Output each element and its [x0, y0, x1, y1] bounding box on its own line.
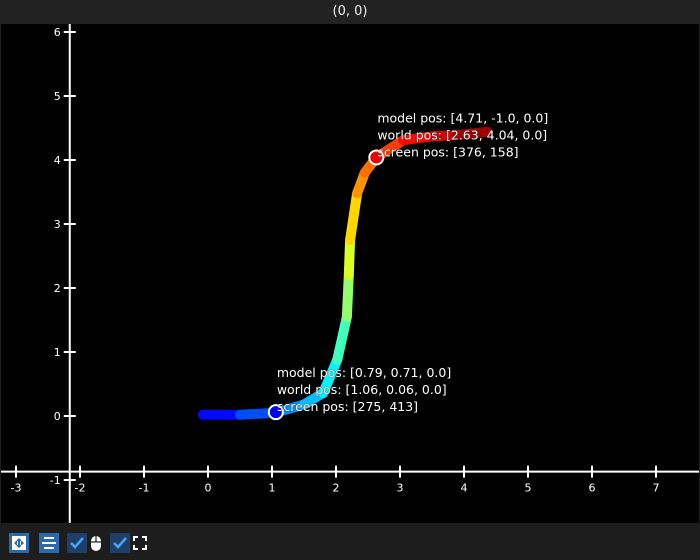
mouse-toggle-checkbox[interactable] [67, 533, 87, 553]
curve-segment [332, 311, 352, 365]
plot-area[interactable]: -3 -2 -1 0 1 2 3 4 5 6 7 -1 0 1 2 3 4 5 6 model pos: [0.79,… [1, 24, 699, 523]
fit-view-button[interactable] [9, 533, 29, 553]
marker-info-label: world pos: [2.63, 4.04, 0.0] [377, 127, 547, 142]
y-tick-label: 4 [54, 154, 61, 167]
x-tick-label: 3 [397, 482, 404, 495]
x-tick-label: 7 [653, 482, 660, 495]
x-tick-label: 2 [333, 482, 340, 495]
y-tick-label: 0 [54, 410, 61, 423]
curve-segment [345, 188, 363, 245]
marker-info-label: world pos: [1.06, 0.06, 0.0] [277, 382, 447, 397]
x-tick-label: -1 [139, 482, 150, 495]
marker-info-label: screen pos: [376, 158] [377, 144, 518, 159]
x-tick-label: -2 [75, 482, 86, 495]
curve-segment [343, 235, 356, 281]
toolbar [0, 524, 700, 560]
y-tick-label: 3 [54, 218, 61, 231]
x-tick-label: 6 [589, 482, 596, 495]
plot-canvas[interactable]: -3 -2 -1 0 1 2 3 4 5 6 7 -1 0 1 2 3 4 5 6 model pos: [0.79,… [1, 24, 699, 523]
window-title: (0, 0) [0, 0, 700, 24]
align-center-button[interactable] [39, 533, 59, 553]
y-tick-label: 2 [54, 282, 61, 295]
y-tick-label: -1 [50, 474, 61, 487]
marker-info-label: model pos: [4.71, -1.0, 0.0] [377, 110, 548, 125]
curve-segment [341, 270, 354, 322]
align-center-icon [42, 537, 56, 549]
checkbox-checked-icon [70, 537, 84, 549]
fit-view-icon [12, 536, 26, 550]
x-tick-label: 0 [205, 482, 212, 495]
marker-info-label: model pos: [0.79, 0.71, 0.0] [277, 365, 451, 380]
y-tick-label: 5 [54, 90, 61, 103]
mouse-icon [91, 536, 101, 551]
y-tick-label: 1 [54, 346, 61, 359]
x-tick-label: 4 [461, 482, 468, 495]
x-tick-label: 1 [269, 482, 276, 495]
x-tick-label: 5 [525, 482, 532, 495]
x-tick-label: -3 [11, 482, 22, 495]
marker-info-label: screen pos: [275, 413] [277, 399, 418, 414]
fullscreen-icon [133, 536, 147, 550]
y-tick-label: 6 [54, 26, 61, 39]
fullscreen-toggle-checkbox[interactable] [110, 533, 130, 553]
checkbox-checked-icon [113, 537, 127, 549]
